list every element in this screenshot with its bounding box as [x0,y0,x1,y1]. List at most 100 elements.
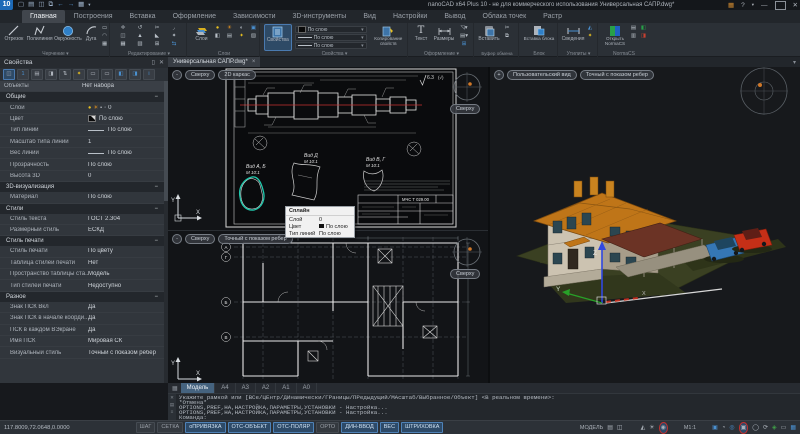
save-all-icon[interactable]: ⧉ [48,0,53,10]
annotation-scale-icon[interactable]: ▤ [607,423,613,433]
ribbon-tab[interactable]: Облака точек [475,10,535,23]
line-button[interactable]: Отрезок [2,24,26,51]
normacs-doc-icon[interactable]: ▤ [629,25,638,32]
list-view-icon[interactable]: ▭ [87,69,99,80]
section-header[interactable]: 3D-визуализация− [0,182,164,192]
property-row[interactable]: Стиль печатиПо цвету [0,246,164,257]
table-icon[interactable]: ▤▾ [457,33,471,40]
zoom-icon[interactable]: ◎ [729,423,734,433]
navigation-compass[interactable] [734,67,794,123]
ribbon-collapse-icon[interactable]: ▾ [793,59,796,66]
property-row[interactable]: Знак ПСК ВклДа [0,302,164,313]
pin-icon[interactable]: ▯ [152,59,155,66]
dimensions-button[interactable]: Размеры [431,24,457,51]
color-dropdown[interactable]: По слою▾ [295,26,367,33]
lineweight-dropdown[interactable]: По слою▾ [295,34,367,41]
model-space-label[interactable]: МОДЕЛЬ [580,425,603,431]
save-icon[interactable]: ◫ [38,0,44,10]
cursor-mode-icon[interactable]: ◭ [641,423,646,433]
layer-plot-icon[interactable]: ▣ [248,25,259,32]
filter-icon[interactable]: ▤ [31,69,43,80]
orbit-icon[interactable]: ◯ [752,423,759,433]
array-icon[interactable]: ▦ [115,41,131,48]
help-panel-icon[interactable]: i [143,69,155,80]
explode-icon[interactable]: ✦ [166,33,182,40]
command-history[interactable]: Укажите рамкой или [ВСе/ЦЕнтр/ДИнамическ… [179,395,798,420]
viewport-style-button[interactable]: 2D каркас [218,70,256,80]
normacs-mark-icon[interactable]: ◨ [639,33,648,40]
interface-icon[interactable]: ▦ [728,1,734,9]
undo-icon[interactable]: ← [57,0,64,10]
group-view-icon[interactable]: ▭ [101,69,113,80]
sheet-icon[interactable]: ◫ [617,423,623,433]
sheet-tab[interactable]: A2 [256,383,276,393]
scale-indicator[interactable]: М1:1 [684,425,696,431]
viewport-maximize-button[interactable]: + [494,70,504,80]
cut-icon[interactable]: ✂ [501,25,513,32]
viewport-view-button[interactable]: Сверху [185,234,215,244]
property-row[interactable]: Тип стилей печатиНедоступно [0,280,164,291]
history-icon[interactable]: ≡ [171,409,174,414]
ribbon-tab[interactable]: Оформление [165,10,224,23]
open-file-icon[interactable]: ▤ [28,0,34,10]
section-header[interactable]: Стиль печати− [0,236,164,246]
ribbon-tab[interactable]: Вид [355,10,384,23]
property-row[interactable]: Стиль текстаГОСТ 2.304 [0,214,164,225]
viewport-minimize-button[interactable]: - [172,70,182,80]
viewport-style-button[interactable]: Точный с показом ребер [218,234,292,244]
compass-view-pill[interactable]: Сверху [450,269,480,279]
property-row[interactable]: Имя ПСКМировая СК [0,336,164,347]
sheet-tab[interactable]: A0 [297,383,317,393]
section-header[interactable]: Разное− [0,292,164,302]
status-toggle[interactable]: ОТС-ПОЛЯР [273,422,314,433]
rectangle-icon[interactable]: ▭ [100,25,109,32]
close-icon[interactable]: ✕ [159,59,164,66]
property-row[interactable]: Масштаб типа линий1 [0,137,164,148]
property-row[interactable]: ПрозрачностьПо слою [0,159,164,170]
new-file-icon[interactable]: ▢ [18,0,24,10]
open-normacs-button[interactable]: Открыть NormaCS [601,24,629,51]
layer-match-icon[interactable]: ◧ [212,33,223,40]
layer-merge-icon[interactable]: ▨ [248,33,259,40]
layer-on-icon[interactable]: ● [212,25,223,32]
collapse-icon[interactable]: − [154,94,158,100]
status-toggle[interactable]: оПРИВЯЗКА [185,422,225,433]
status-toggle[interactable]: ДИН-ВВОД [341,422,378,433]
app-logo[interactable]: 10 [0,0,13,10]
ribbon-tab[interactable]: Главная [22,10,65,23]
command-line-panel[interactable]: ✕ ▤ ≡ Укажите рамкой или [ВСе/ЦЕнтр/ДИна… [168,393,800,420]
layers-button[interactable]: Слои [191,24,212,51]
copy-icon[interactable]: ◫ [115,33,131,40]
leader-icon[interactable]: ◹▾ [457,25,471,32]
ribbon-tab[interactable]: Вставка [122,10,164,23]
print-icon[interactable]: ▦ [78,0,84,10]
sheet-tab[interactable]: Модель [181,383,216,393]
navigation-compass[interactable] [450,70,484,104]
status-toggle[interactable]: СЕТКА [157,422,183,433]
viewport-right[interactable]: Z Y X + Пользовательский вид Точный с по… [488,67,800,383]
paste-button[interactable]: Вставить [477,24,501,51]
document-tab[interactable]: Универсальная САПР.dwg* × [168,57,260,67]
ribbon-tab[interactable]: Растр [535,10,570,23]
properties-panel-header[interactable]: Свойства ▯✕ [0,57,168,68]
ribbon-tab[interactable]: Вывод [436,10,473,23]
rotate-icon[interactable]: ↺ [132,25,148,32]
collapse-icon[interactable]: − [154,238,158,244]
property-row[interactable]: Знак ПСК в начале коорди...Да [0,313,164,324]
grid-view-icon[interactable]: ▦ [790,423,796,433]
redo-icon[interactable]: → [68,0,75,10]
maximize-button[interactable] [775,1,786,10]
copy-clip-icon[interactable]: ⧉ [501,33,513,40]
minimize-button[interactable]: — [761,2,768,9]
performance-icon[interactable]: ◈ [772,423,777,433]
keyboard-icon[interactable]: ▤ [170,402,174,408]
highlight-icon[interactable]: ✦ [73,69,85,80]
clean-screen-icon[interactable]: ▣ [739,422,749,434]
layer-lock-icon[interactable]: ◐ [236,25,247,32]
sheet-grid-icon[interactable]: ▦ [172,385,178,392]
layer-prev-icon[interactable]: ▤ [224,33,235,40]
scale-icon[interactable]: ▧ [132,41,148,48]
cycle-icon[interactable]: ◨ [45,69,57,80]
copy-val-icon[interactable]: ◨ [129,69,141,80]
id-point-icon[interactable]: ✦ [585,33,595,40]
